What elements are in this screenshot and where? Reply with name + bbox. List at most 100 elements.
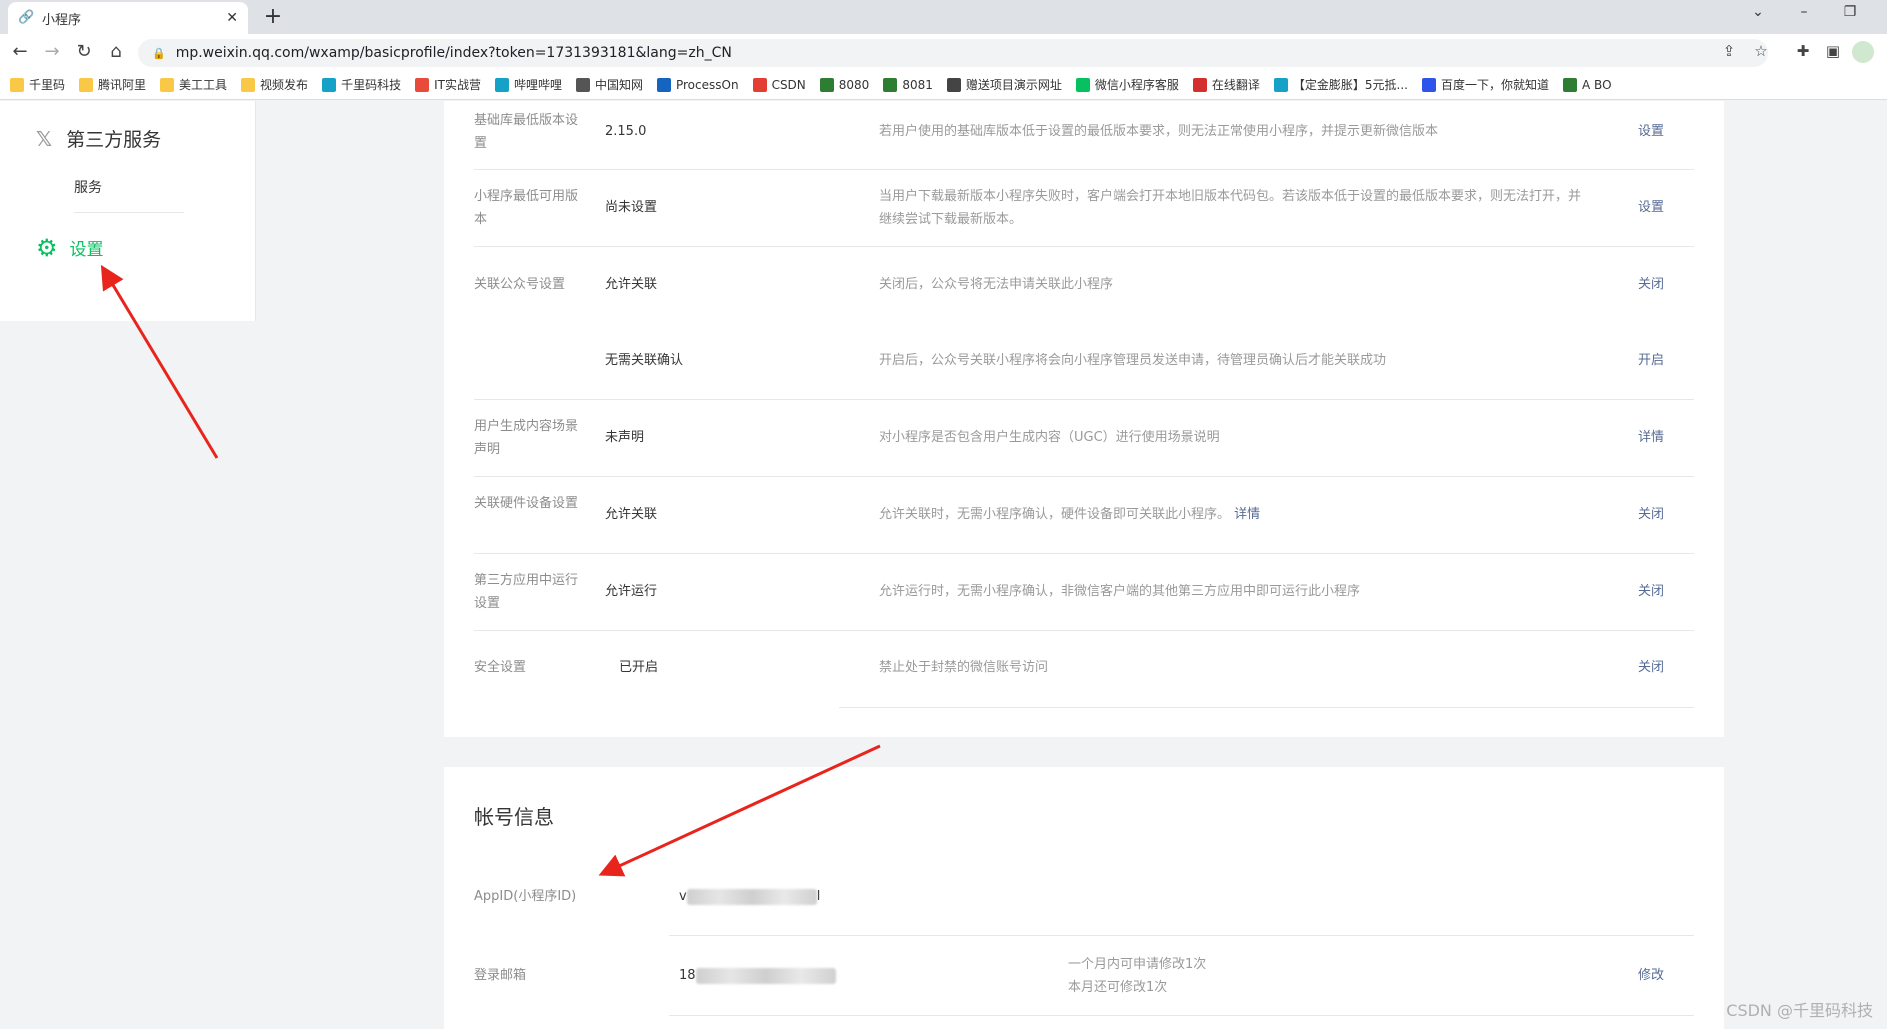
bookmark-item[interactable]: 百度一下，你就知道 [1422, 76, 1549, 93]
bookmark-item[interactable]: 8081 [883, 77, 933, 92]
csdn-watermark: CSDN @千里码科技 [1726, 1001, 1873, 1020]
setting-value: 未声明 [605, 430, 645, 445]
bookmark-item[interactable]: ProcessOn [656, 77, 739, 92]
row-divider [474, 476, 1694, 477]
setting-action-link[interactable]: 设置 [1638, 196, 1664, 219]
bookmark-star-icon[interactable]: ☆ [1750, 42, 1772, 60]
setting-description: 当用户下载最新版本小程序失败时，客户端会打开本地旧版本代码包。若该版本低于设置的… [879, 189, 1582, 227]
setting-value: 允许运行 [605, 584, 658, 599]
bookmark-label: ProcessOn [675, 77, 739, 92]
home-icon[interactable]: ⌂ [104, 40, 128, 64]
tab-title: 小程序 [42, 12, 82, 28]
appid-value-suffix: l [816, 889, 821, 904]
bookmark-item[interactable]: 赠送项目演示网址 [946, 76, 1062, 93]
bookmark-icon [946, 77, 961, 92]
bookmark-item[interactable]: 8080 [819, 77, 870, 92]
gear-icon: ⚙ [36, 233, 58, 262]
browser-tab[interactable]: 🔗 小程序 ✕ [8, 2, 248, 34]
setting-value: 无需关联确认 [605, 353, 684, 368]
sidebar-divider [74, 212, 184, 213]
setting-action-link[interactable]: 开启 [1638, 349, 1664, 372]
third-party-icon: 𝕏 [36, 126, 53, 151]
restore-button[interactable]: ❐ [1836, 4, 1864, 20]
bookmark-item[interactable]: IT实战营 [415, 76, 481, 93]
setting-label: 小程序最低可用版本 [474, 189, 579, 227]
appid-value: vl [679, 885, 820, 908]
profile-avatar[interactable] [1852, 41, 1874, 63]
sidebar-item-settings-label: 设置 [69, 240, 104, 260]
mini-program-favicon-icon: 🔗 [18, 10, 35, 25]
setting-description: 若用户使用的基础库版本低于设置的最低版本要求，则无法正常使用小程序，并提示更新微… [879, 124, 1439, 139]
bookmark-item[interactable]: 中国知网 [575, 76, 643, 93]
bookmark-label: 8081 [902, 77, 933, 92]
browser-toolbar: ← → ↻ ⌂ 🔒 mp.weixin.qq.com/wxamp/basicpr… [0, 34, 1887, 70]
bookmark-icon [160, 77, 175, 92]
email-modify-link[interactable]: 修改 [1638, 964, 1664, 987]
setting-description: 对小程序是否包含用户生成内容（UGC）进行使用场景说明 [879, 430, 1220, 445]
bookmark-item[interactable]: 哔哩哔哩 [494, 76, 562, 93]
bookmark-item[interactable]: 【定金膨胀】5元抵... [1273, 76, 1409, 93]
bookmark-icon [656, 77, 671, 92]
setting-description-text: 允许关联时，无需小程序确认，硬件设备即可关联此小程序。 [879, 507, 1231, 522]
setting-label: 安全设置 [474, 660, 527, 675]
close-tab-icon[interactable]: ✕ [226, 10, 238, 26]
bookmark-icon [10, 77, 24, 92]
email-label: 登录邮箱 [474, 968, 527, 983]
bookmark-icon [1422, 77, 1437, 92]
bookmark-icon [322, 77, 337, 92]
bookmark-item[interactable]: 千里码 [10, 76, 65, 93]
row-divider [669, 1015, 1694, 1016]
bookmark-item[interactable]: 微信小程序客服 [1075, 76, 1179, 93]
sidebar-item-settings[interactable]: ⚙ 设置 [36, 233, 104, 262]
setting-action-link[interactable]: 关闭 [1638, 503, 1664, 526]
setting-action-link[interactable]: 设置 [1638, 120, 1664, 143]
bookmark-item[interactable]: CSDN [752, 77, 806, 92]
setting-description: 允许运行时，无需小程序确认，非微信客户端的其他第三方应用中即可运行此小程序 [879, 584, 1361, 599]
extensions-puzzle-icon[interactable]: ✚ [1792, 42, 1814, 60]
setting-action-link[interactable]: 关闭 [1638, 656, 1664, 679]
page-content: 𝕏 第三方服务 服务 ⚙ 设置 基础库最低版本设置 2.15.0 若用户使用的基… [0, 101, 1887, 1029]
bookmark-item[interactable]: 千里码科技 [322, 76, 401, 93]
bookmark-icon [415, 77, 430, 92]
setting-action-link[interactable]: 关闭 [1638, 273, 1664, 296]
bookmark-label: 8080 [838, 77, 870, 92]
address-bar[interactable]: 🔒 mp.weixin.qq.com/wxamp/basicprofile/in… [138, 39, 1768, 67]
account-info-title: 帐号信息 [474, 805, 554, 829]
setting-description: 开启后，公众号关联小程序将会向小程序管理员发送申请，待管理员确认后才能关联成功 [879, 353, 1387, 368]
bookmark-label: 赠送项目演示网址 [965, 78, 1062, 92]
tab-search-icon[interactable]: ⌄ [1744, 4, 1772, 20]
bookmark-item[interactable]: 视频发布 [241, 76, 308, 93]
bookmark-label: 百度一下，你就知道 [1441, 78, 1550, 92]
share-icon[interactable]: ⇪ [1718, 42, 1740, 60]
row-divider [839, 707, 1694, 708]
setting-action-link[interactable]: 关闭 [1638, 580, 1664, 603]
setting-label: 用户生成内容场景声明 [474, 419, 579, 457]
bookmark-label: 哔哩哔哩 [513, 78, 562, 92]
side-panel-icon[interactable]: ▣ [1822, 42, 1844, 60]
bookmark-item[interactable]: 美工工具 [160, 76, 227, 93]
row-divider [669, 935, 1694, 936]
bookmark-label: 【定金膨胀】5元抵... [1292, 78, 1409, 92]
hardware-details-link[interactable]: 详情 [1234, 507, 1260, 522]
sidebar-item-service[interactable]: 服务 [74, 177, 102, 197]
email-note-line1: 一个月内可申请修改1次 [1068, 957, 1207, 972]
email-note-line2: 本月还可修改1次 [1068, 980, 1168, 995]
bookmark-label: 视频发布 [260, 78, 309, 92]
bookmark-item[interactable]: A BO [1563, 77, 1612, 92]
setting-value: 已开启 [619, 660, 659, 675]
bookmark-item[interactable]: 腾讯阿里 [79, 76, 146, 93]
appid-label: AppID(小程序ID) [474, 889, 577, 904]
email-value: 18 [679, 964, 836, 987]
new-tab-button[interactable]: + [260, 4, 286, 30]
bookmark-icon [883, 77, 898, 92]
email-modify-note: 一个月内可申请修改1次 本月还可修改1次 [1068, 953, 1268, 999]
forward-arrow-icon[interactable]: → [40, 40, 64, 64]
bookmark-label: 千里码 [29, 78, 66, 92]
minimize-button[interactable]: – [1790, 4, 1818, 20]
bookmark-item[interactable]: 在线翻译 [1192, 76, 1260, 93]
back-arrow-icon[interactable]: ← [8, 40, 32, 64]
setting-value: 允许关联 [605, 507, 658, 522]
reload-icon[interactable]: ↻ [72, 40, 96, 64]
setting-action-link[interactable]: 详情 [1638, 426, 1664, 449]
browser-tab-bar: 🔗 小程序 ✕ + ⌄ – ❐ [0, 0, 1887, 34]
